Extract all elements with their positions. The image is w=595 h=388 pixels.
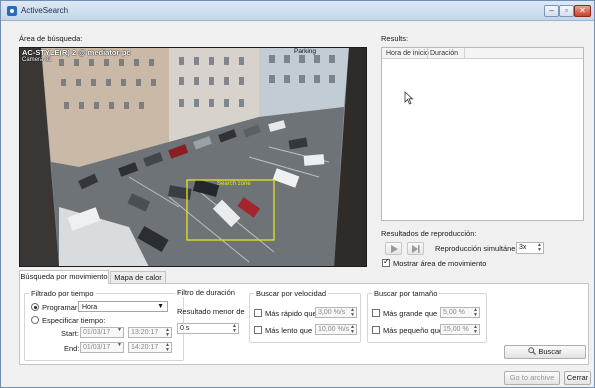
show-motion-area-label: Mostrar área de movimiento (393, 259, 487, 268)
step-forward-icon (412, 245, 420, 253)
column-start-time[interactable]: Hora de inicio (386, 50, 429, 57)
smaller-than-stepper[interactable]: 15,00 % ▲ ▼ (440, 324, 480, 335)
stepper-arrows-icon: ▲ ▼ (473, 307, 478, 318)
stepper-arrows-icon: ▲ ▼ (350, 307, 355, 318)
specify-time-label: Especificar tiempo: (42, 316, 106, 325)
size-filter-group: Buscar por tamaño Más grande que 5,00 % … (367, 289, 487, 343)
window-title: ActiveSearch (21, 6, 69, 15)
speed-filter-group: Buscar por velocidad Más rápido que 3,00… (249, 289, 361, 343)
time-filter-title: Filtrado por tiempo (29, 289, 96, 298)
stepper-arrows-icon: ▲ ▼ (350, 324, 355, 335)
slower-than-stepper[interactable]: 10,00 %/s ▲ ▼ (315, 324, 357, 335)
stepper-arrows-icon: ▲ ▼ (165, 342, 170, 353)
calendar-dropdown-icon: ▼ (117, 342, 122, 348)
end-date-value: 01/03/17 (83, 344, 111, 351)
time-filter-group: Filtrado por tiempo Programar: Hora ▼ Es… (24, 289, 184, 361)
camera-video-view[interactable]: AC-STYLE(R) 2 @ mediator-pc Camera 01 Pa… (19, 47, 367, 267)
schedule-select-value: Hora (82, 304, 98, 311)
simultaneous-playback-stepper[interactable]: 3x ▲ ▼ (516, 242, 544, 254)
smaller-than-checkbox[interactable] (372, 326, 380, 334)
slower-than-value: 10,00 %/s (318, 326, 350, 333)
show-motion-area-checkbox[interactable] (382, 257, 390, 267)
schedule-label: Programar: (42, 303, 80, 312)
stepper-arrows-icon: ▲ ▼ (165, 327, 170, 338)
duration-min-value: 0 s (180, 325, 190, 332)
go-to-archive-button[interactable]: Go to archive (504, 371, 560, 385)
chevron-down-icon: ▼ (157, 303, 164, 310)
parking-sign-label: Parking (294, 48, 317, 55)
search-area-label: Área de búsqueda: (19, 34, 83, 43)
bigger-than-label: Más grande que (383, 309, 438, 318)
end-label: End: (64, 344, 80, 353)
stepper-arrows-icon: ▲ ▼ (537, 242, 542, 253)
search-icon (528, 347, 537, 355)
faster-than-stepper[interactable]: 3,00 %/s ▲ ▼ (315, 307, 357, 318)
play-icon (391, 245, 398, 253)
end-date-field[interactable]: 01/03/17 ▼ (80, 342, 124, 353)
maximize-button[interactable]: ▫ (559, 5, 574, 17)
search-zone-label: Search zone (217, 181, 251, 187)
close-window-button[interactable]: ✕ (574, 5, 591, 17)
bigger-than-value: 5,00 % (443, 309, 465, 316)
motion-search-panel: Filtrado por tiempo Programar: Hora ▼ Es… (19, 283, 589, 365)
app-icon (7, 6, 17, 16)
bigger-than-stepper[interactable]: 5,00 % ▲ ▼ (440, 307, 480, 318)
results-label: Results: (381, 34, 409, 43)
faster-than-checkbox[interactable] (254, 309, 262, 317)
slower-than-label: Más lento que (265, 326, 313, 335)
play-button[interactable] (385, 242, 402, 255)
start-label: Start: (61, 329, 79, 338)
smaller-than-value: 15,00 % (443, 326, 469, 333)
results-table-header: Hora de inicio Duración (382, 48, 583, 59)
search-button-label: Buscar (538, 347, 562, 356)
activesearch-window: ActiveSearch – ▫ ✕ Área de búsqueda: AC-… (0, 0, 595, 388)
stepper-arrows-icon: ▲ ▼ (473, 324, 478, 335)
column-duration[interactable]: Duración (430, 50, 458, 57)
camera-scene (19, 47, 367, 267)
search-button[interactable]: Buscar (504, 345, 586, 359)
start-date-field[interactable]: 01/03/17 ▼ (80, 327, 124, 338)
close-button[interactable]: Cerrar (564, 371, 591, 385)
specify-time-radio[interactable] (31, 316, 39, 324)
bigger-than-checkbox[interactable] (372, 309, 380, 317)
minimize-button[interactable]: – (544, 5, 559, 17)
smaller-than-label: Más pequeño que (383, 326, 444, 335)
simultaneous-playback-value: 3x (519, 244, 527, 251)
duration-min-stepper[interactable]: 0 s ▲ ▼ (177, 323, 239, 334)
calendar-dropdown-icon: ▼ (117, 327, 122, 333)
results-table[interactable]: Hora de inicio Duración (381, 47, 584, 221)
duration-filter-group: Filtro de duración Resultado menor de 0 … (175, 288, 245, 337)
start-time-value: 13:20:17 (131, 329, 159, 336)
playback-results-label: Resultados de reproducción: (381, 229, 477, 238)
duration-filter-title: Filtro de duración (175, 288, 237, 297)
tab-motion-search[interactable]: Búsqueda por movimiento (19, 270, 109, 284)
start-date-value: 01/03/17 (83, 329, 111, 336)
camera-osd-subtitle: Camera 01 (22, 57, 52, 63)
schedule-select[interactable]: Hora ▼ (78, 301, 168, 312)
simultaneous-playback-label: Reproducción simultánea: (435, 244, 522, 253)
speed-filter-title: Buscar por velocidad (254, 289, 329, 298)
duration-min-label: Resultado menor de (177, 307, 245, 316)
end-time-field[interactable]: 14:20:17 ▲ ▼ (128, 342, 172, 353)
step-button[interactable] (407, 242, 424, 255)
size-filter-title: Buscar por tamaño (372, 289, 440, 298)
start-time-field[interactable]: 13:20:17 ▲ ▼ (128, 327, 172, 338)
end-time-value: 14:20:17 (131, 344, 159, 351)
mouse-pointer-icon (404, 91, 414, 105)
faster-than-label: Más rápido que (265, 309, 317, 318)
title-bar: ActiveSearch – ▫ ✕ (1, 1, 594, 21)
stepper-arrows-icon: ▲ ▼ (232, 323, 237, 334)
faster-than-value: 3,00 %/s (318, 309, 346, 316)
slower-than-checkbox[interactable] (254, 326, 262, 334)
camera-osd-title: AC-STYLE(R) 2 @ mediator-pc (22, 48, 131, 57)
schedule-radio[interactable] (31, 303, 39, 311)
